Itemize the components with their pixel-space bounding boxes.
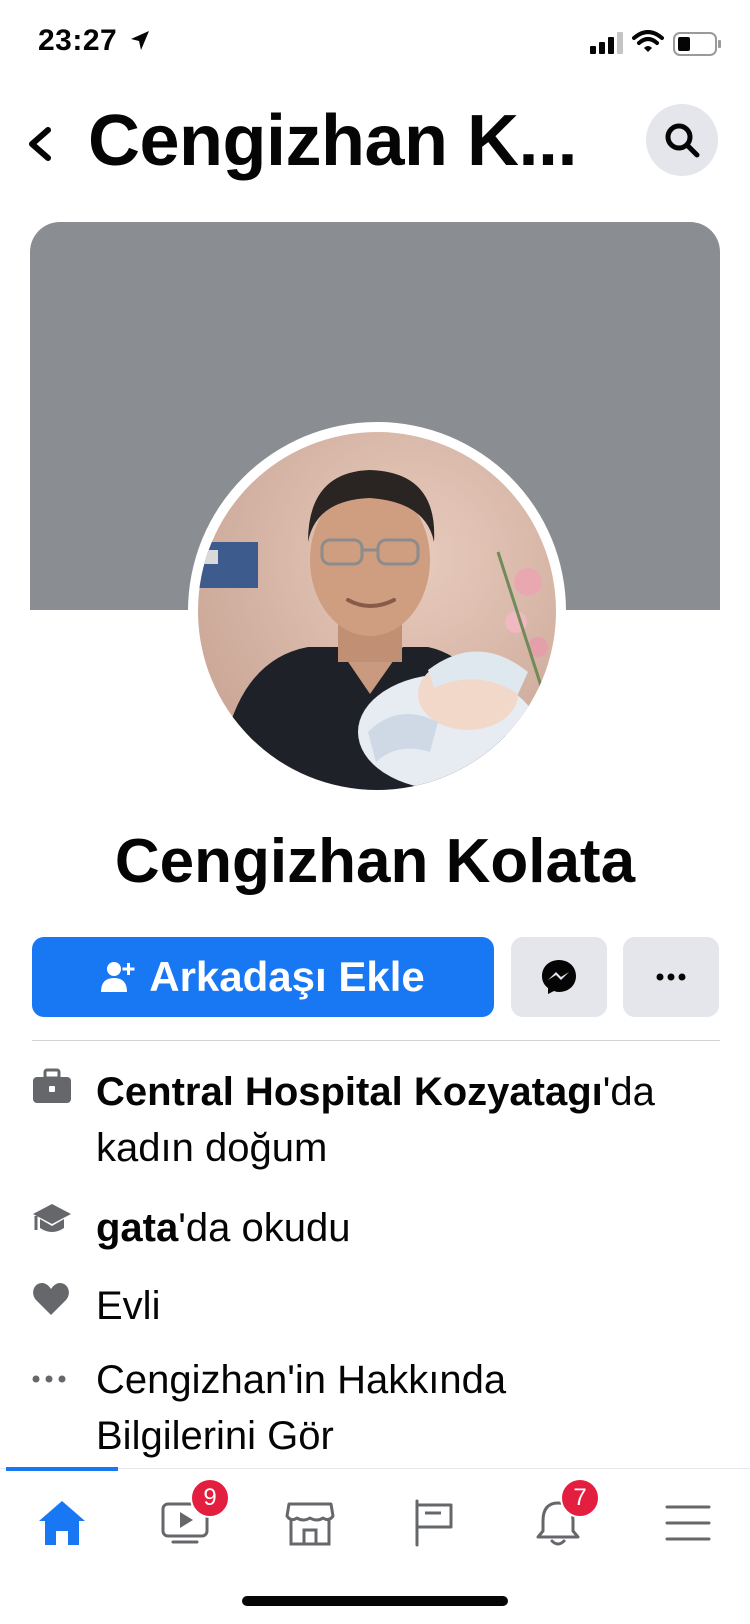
divider (32, 1040, 720, 1041)
tab-home[interactable] (24, 1486, 100, 1560)
profile-picture-frame[interactable] (188, 422, 566, 800)
home-icon (39, 1501, 85, 1545)
profile-name: Cengizhan Kolata (114, 827, 636, 896)
work-place-link[interactable]: Central Hospital Kozyatagı (96, 1070, 603, 1114)
flag-icon (415, 1499, 453, 1547)
more-horizontal-icon (656, 973, 686, 981)
notifications-badge: 7 (560, 1478, 600, 1518)
location-arrow-icon (130, 30, 150, 57)
wifi-icon (632, 30, 664, 59)
relationship-status: Evli (96, 1284, 161, 1328)
add-friend-button[interactable]: Arkadaşı Ekle (32, 937, 494, 1017)
briefcase-icon (32, 1068, 72, 1109)
school-suffix: 'da okudu (178, 1206, 351, 1250)
home-indicator[interactable] (242, 1596, 508, 1606)
heart-icon (32, 1282, 70, 1321)
watch-badge: 9 (190, 1478, 230, 1518)
page-title: Cengizhan K... (88, 101, 578, 181)
hamburger-menu-icon (665, 1505, 711, 1541)
work-info: Central Hospital Kozyatagı'da kadın doğu… (96, 1064, 726, 1176)
work-suffix: 'da (602, 1070, 655, 1114)
battery-icon (673, 32, 723, 61)
education-info: gata'da okudu (96, 1200, 726, 1256)
marketplace-icon (285, 1502, 335, 1546)
search-icon (665, 123, 700, 158)
school-link[interactable]: gata (96, 1206, 178, 1250)
tab-marketplace[interactable] (272, 1486, 348, 1560)
work-role: kadın doğum (96, 1126, 328, 1170)
status-time: 23:27 (38, 24, 118, 57)
about-line-2: Bilgilerini Gör (96, 1414, 334, 1458)
about-line-1: Cengizhan'in Hakkında (96, 1358, 507, 1402)
messenger-icon (542, 960, 576, 994)
active-tab-indicator (6, 1467, 118, 1471)
tab-watch[interactable]: 9 (148, 1478, 230, 1560)
back-button[interactable] (20, 116, 60, 172)
see-about-info-link[interactable]: Cengizhan'in Hakkında Bilgilerini Gör (96, 1352, 726, 1464)
more-options-button[interactable] (623, 937, 719, 1017)
tab-menu[interactable] (650, 1486, 726, 1560)
message-button[interactable] (511, 937, 607, 1017)
more-horizontal-icon (32, 1370, 66, 1388)
tab-pages[interactable] (396, 1486, 472, 1560)
add-person-icon (101, 962, 135, 992)
search-button[interactable] (646, 104, 718, 176)
tab-notifications[interactable]: 7 (520, 1478, 600, 1560)
avatar[interactable] (198, 432, 556, 790)
graduation-cap-icon (32, 1202, 72, 1243)
bottom-navigation (0, 1468, 750, 1579)
add-friend-label: Arkadaşı Ekle (149, 953, 425, 1000)
cellular-signal-icon (590, 32, 624, 59)
chevron-left-icon (29, 127, 51, 161)
